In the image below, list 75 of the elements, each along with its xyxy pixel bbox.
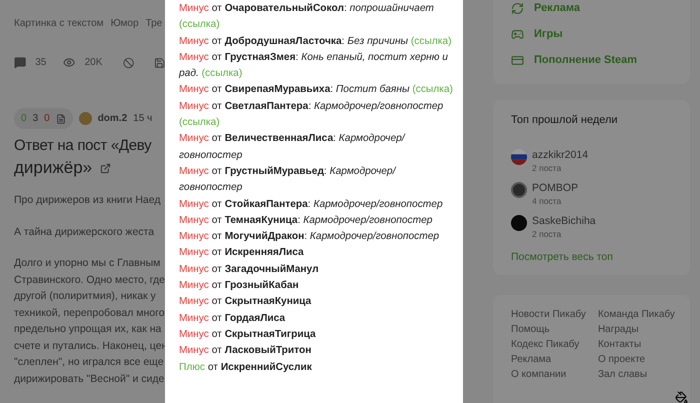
avatar-icon [511,182,527,198]
flag-avatar-icon [511,148,527,164]
vote-entry: Минус от ДобродушнаяЛасточка: Без причины (ссылка) [179,34,452,49]
comment-count: 35 [35,56,46,70]
avatar-icon [78,112,92,125]
vote-entry: Минус от СкрытнаяКуница [179,295,312,310]
sidebar-menu-item[interactable]: Пополнение Steam [511,52,690,68]
author-name[interactable]: dom.2 [98,111,128,126]
post-text-line: Стравинского. Одно место, где [14,272,165,288]
tag-link[interactable]: Тре [146,16,162,31]
vote-entry: Минус от ЗагадочныйМанул [179,262,320,277]
footer-link[interactable]: Команда Пикабу [598,307,675,322]
vote-entry: Минус от ЛасковыйТритон [179,344,312,358]
footer-link[interactable]: О проекте [598,352,675,368]
footer-link[interactable]: Помощь [511,322,586,338]
sidebar-menu-item[interactable]: Игры [511,26,690,42]
footer-link[interactable]: Награды [598,322,675,338]
sidebar-menu-item[interactable]: Реклама [511,0,690,16]
vote-entry: Минус от СвирепаяМуравьиха: Постит баяны (ссылка) [179,83,454,98]
post-time: 15 ч [133,112,152,126]
post-text-line: дирижировать "Весной" и сиде [14,372,165,386]
vote-entry: Минус от ГрозныйКабан [179,279,300,294]
vote-entry: Минус от СтойкаяПантера: Кармодрочер/говнопостер [179,198,444,212]
post-count: 2 поста [532,162,562,174]
post-text-line: "слеплен", но игрался все еще [14,355,165,370]
see-all-link[interactable]: Посмотреть весь топ [511,250,690,266]
user-name[interactable]: POMBOP [532,182,578,194]
vote-entry: Минус от ГордаяЛиса [179,312,286,326]
rating-pill: 0 3 0 [14,108,73,129]
ban-icon[interactable] [123,56,135,68]
footer-link[interactable]: Контакты [598,337,675,352]
user-name[interactable]: SaskeBichiha [532,214,596,228]
post-title: Ответ на пост «Деву [14,136,152,156]
vote-entry: Минус от ОчаровательныйСокол: попрошайничает (ссылка) [179,2,435,32]
tag-link[interactable]: Юмор [110,16,139,31]
vote-entry: Минус от ТемнаяКуница: Кармодрочер/говнопостер [179,214,434,228]
vote-entry: Минус от СкрытнаяТигрица [179,328,317,342]
post-title: дирижёр» [14,157,92,179]
vote-entry: Минус от ИскренняяЛиса [179,246,305,260]
tag-link[interactable]: Картинка с текстом [14,16,104,31]
document-icon [56,114,66,124]
footer-link[interactable]: Новости Пикабу [511,307,586,322]
post-text-line: Про дирижеров из книги Наед [14,193,162,208]
vote-entry: Плюс от ИскреннийСуслик [179,360,313,375]
vote-entry: Минус от ГрустнаяЗмея: Конь епаный, постит херню и рад. (ссылка) [179,50,449,82]
post-count: 2 поста [532,228,562,240]
view-count: 20K [84,56,102,70]
post-text-line: предельно упрощая их, как на [14,322,162,337]
eye-icon [63,56,76,69]
vote-link[interactable]: (ссылка) [412,84,453,96]
vote-entry: Минус от СветлаяПантера: Кармодрочер/говнопостер (ссылка) [179,100,444,130]
card-icon [511,54,524,66]
vote-link[interactable]: (ссылка) [179,19,220,30]
footer-link[interactable]: Кодекс Пикабу [511,337,586,352]
card-title: Топ прошлой недели [511,113,619,128]
vote-link[interactable]: (ссылка) [410,36,452,47]
avatar-icon [511,214,527,230]
paint-bucket-icon[interactable] [675,391,688,403]
vote-link[interactable]: (ссылка) [179,117,220,128]
comment-icon [14,56,26,69]
post-count: 4 поста [532,194,562,206]
post-text-line: техникой, перепробовал много [14,306,165,320]
vote-entry: Минус от МогучийДракон: Кармодрочер/говнопостер [179,230,440,244]
post-text-line: другой (полиритмия), никак у [14,289,157,304]
footer-link[interactable]: Зал славы [598,367,675,382]
user-name[interactable]: azzkikr2014 [532,148,588,162]
footer-link[interactable]: О компании [511,367,586,382]
external-link-icon[interactable] [100,162,112,174]
save-icon[interactable] [154,56,165,68]
post-text-line: А тайна дирижерского жеста [14,224,156,240]
gamepad-icon [511,28,524,40]
footer-link[interactable]: Реклама [511,352,586,368]
refresh-icon [511,2,524,14]
post-text-line: Долго и упорно мы с Главным [14,256,162,271]
vote-link[interactable]: (ссылка) [202,68,242,80]
